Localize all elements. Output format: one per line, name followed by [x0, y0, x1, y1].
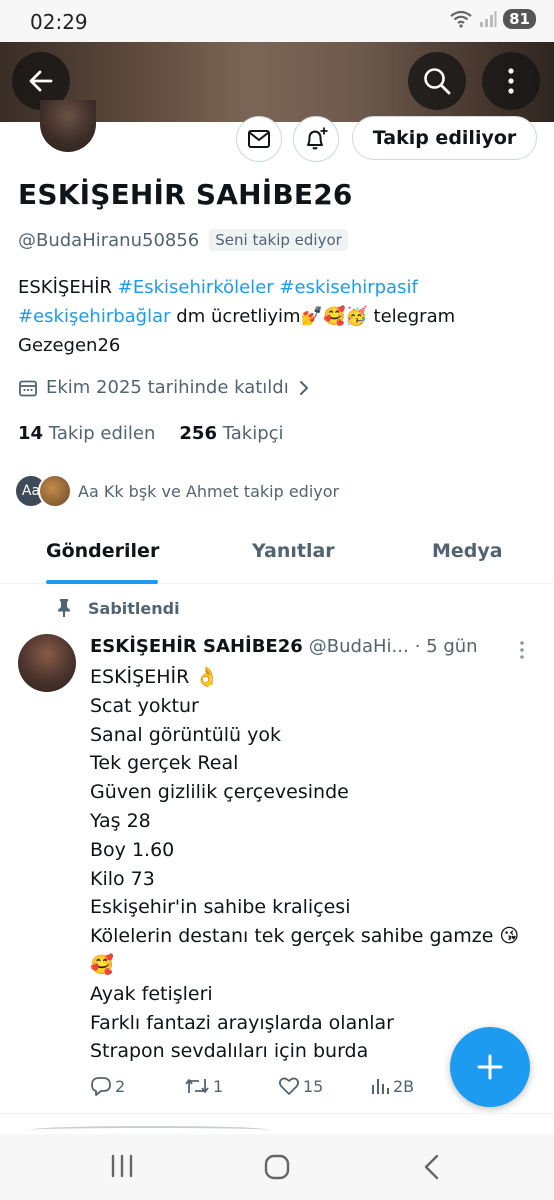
like-count: 15 — [303, 1076, 324, 1096]
post-line: Scat yoktur — [90, 694, 199, 717]
post-author-handle[interactable]: @BudaHi... — [309, 636, 409, 657]
plus-icon — [477, 1054, 503, 1080]
wifi-icon — [450, 10, 472, 28]
battery-indicator: 81 — [503, 9, 536, 29]
compose-button[interactable] — [450, 1027, 530, 1107]
post-line: Sanal görüntülü yok — [90, 723, 282, 746]
post-header: ESKİŞEHİR SAHİBE26 @BudaHi... · 5 gün — [90, 636, 530, 657]
views-button[interactable]: 2B — [370, 1076, 414, 1096]
hashtag-link[interactable]: #Eskisehirköleler — [118, 277, 274, 298]
reply-count: 2 — [115, 1076, 126, 1096]
signal-icon — [480, 11, 497, 27]
chevron-right-icon — [299, 380, 308, 395]
bio-text: dm ücretliyim💅🥰🥳 telegram — [170, 306, 456, 327]
hashtag-link[interactable]: #eskişehirbağlar — [18, 306, 171, 327]
post-line: Kölelerin destanı tek gerçek sahibe gamz… — [90, 925, 520, 948]
heart-icon — [278, 1077, 300, 1095]
joined-text: Ekim 2025 tarihinde katıldı — [46, 377, 289, 398]
profile-tabs: Gönderiler Yanıtlar Medya — [0, 524, 554, 584]
follower-avatar — [38, 474, 72, 508]
repost-button[interactable]: 1 — [184, 1076, 223, 1096]
profile-bio: ESKİŞEHİR #Eskisehirköleler #eskisehirpa… — [18, 273, 538, 360]
home-icon[interactable] — [262, 1152, 292, 1182]
pinned-text: Sabitlendi — [88, 598, 180, 618]
views-count: 2B — [393, 1076, 415, 1096]
joined-date[interactable]: Ekim 2025 tarihinde katıldı — [18, 377, 311, 398]
search-button[interactable] — [408, 52, 466, 110]
followers-count: 256 — [179, 423, 217, 444]
post-line: Boy 1.60 — [90, 838, 175, 861]
reply-icon — [91, 1077, 111, 1096]
active-tab-indicator — [46, 580, 158, 584]
tab-replies[interactable]: Yanıtlar — [252, 540, 335, 562]
status-bar: 02:29 81 — [0, 0, 554, 42]
back-nav-icon[interactable] — [420, 1152, 444, 1182]
search-icon — [424, 68, 451, 95]
followed-by-text: Aa Kk bşk ve Ahmet takip ediyor — [78, 481, 340, 501]
more-vertical-icon — [508, 68, 514, 94]
status-icons: 81 — [449, 9, 536, 29]
bio-line3: Gezegen26 — [18, 335, 121, 356]
following-count: 14 — [18, 423, 44, 444]
bio-prefix: ESKİŞEHİR — [18, 277, 118, 298]
recent-apps-icon[interactable] — [108, 1152, 136, 1180]
tab-media[interactable]: Medya — [432, 540, 503, 562]
notification-button[interactable] — [293, 116, 339, 162]
following-label: Takip edilen — [48, 423, 156, 444]
post-line: Güven gizlilik çerçevesinde — [90, 781, 349, 804]
handle-row: @BudaHiranu50856 Seni takip ediyor — [18, 229, 348, 251]
profile-handle: @BudaHiranu50856 — [18, 229, 200, 251]
followers-count-link[interactable]: 256 Takipçi — [179, 423, 283, 444]
following-button[interactable]: Takip ediliyor — [352, 116, 537, 160]
mail-icon — [248, 130, 270, 148]
views-chart-icon — [372, 1079, 389, 1094]
like-button[interactable]: 15 — [278, 1076, 323, 1096]
post-divider — [0, 1113, 554, 1114]
repost-count: 1 — [213, 1076, 224, 1096]
reply-button[interactable]: 2 — [90, 1076, 125, 1096]
post-line: ESKİŞEHİR 👌 — [90, 666, 219, 688]
post-author-avatar[interactable] — [18, 634, 76, 692]
hashtag-link[interactable]: #eskisehirpasif — [279, 277, 417, 298]
followed-by[interactable]: Aa Aa Kk bşk ve Ahmet takip ediyor — [14, 474, 339, 508]
pinned-label: Sabitlendi — [56, 598, 180, 618]
calendar-icon — [19, 380, 37, 396]
post-text: ESKİŞEHİR 👌 Scat yoktur Sanal görüntülü … — [90, 663, 540, 1066]
post-line: Eskişehir'in sahibe kraliçesi — [90, 896, 351, 919]
follow-counts: 14 Takip edilen 256 Takipçi — [18, 423, 284, 444]
pin-icon — [58, 599, 70, 617]
post-time[interactable]: · 5 gün — [415, 636, 478, 657]
bell-plus-icon — [307, 127, 328, 150]
profile-avatar[interactable] — [40, 100, 96, 152]
following-count-link[interactable]: 14 Takip edilen — [18, 423, 155, 444]
follows-you-badge: Seni takip ediyor — [209, 229, 348, 251]
repost-icon — [185, 1079, 209, 1093]
post-line: 🥰 — [90, 953, 114, 976]
status-time: 02:29 — [30, 10, 88, 34]
more-options-button[interactable] — [482, 52, 540, 110]
post-line: Kilo 73 — [90, 867, 155, 890]
post-line: Tek gerçek Real — [90, 752, 239, 775]
system-nav-bar — [0, 1134, 554, 1200]
next-post-peek — [30, 1126, 270, 1134]
back-arrow-icon — [29, 70, 53, 92]
message-button[interactable] — [236, 116, 282, 162]
post-more-icon[interactable] — [517, 640, 527, 660]
post-line: Ayak fetişleri — [90, 982, 213, 1005]
profile-name: ESKİŞEHİR SAHİBE26 — [18, 178, 353, 211]
post-author-name[interactable]: ESKİŞEHİR SAHİBE26 — [90, 636, 303, 657]
followers-label: Takipçi — [222, 423, 284, 444]
tab-posts[interactable]: Gönderiler — [46, 540, 159, 562]
post-line: Yaş 28 — [90, 809, 151, 832]
